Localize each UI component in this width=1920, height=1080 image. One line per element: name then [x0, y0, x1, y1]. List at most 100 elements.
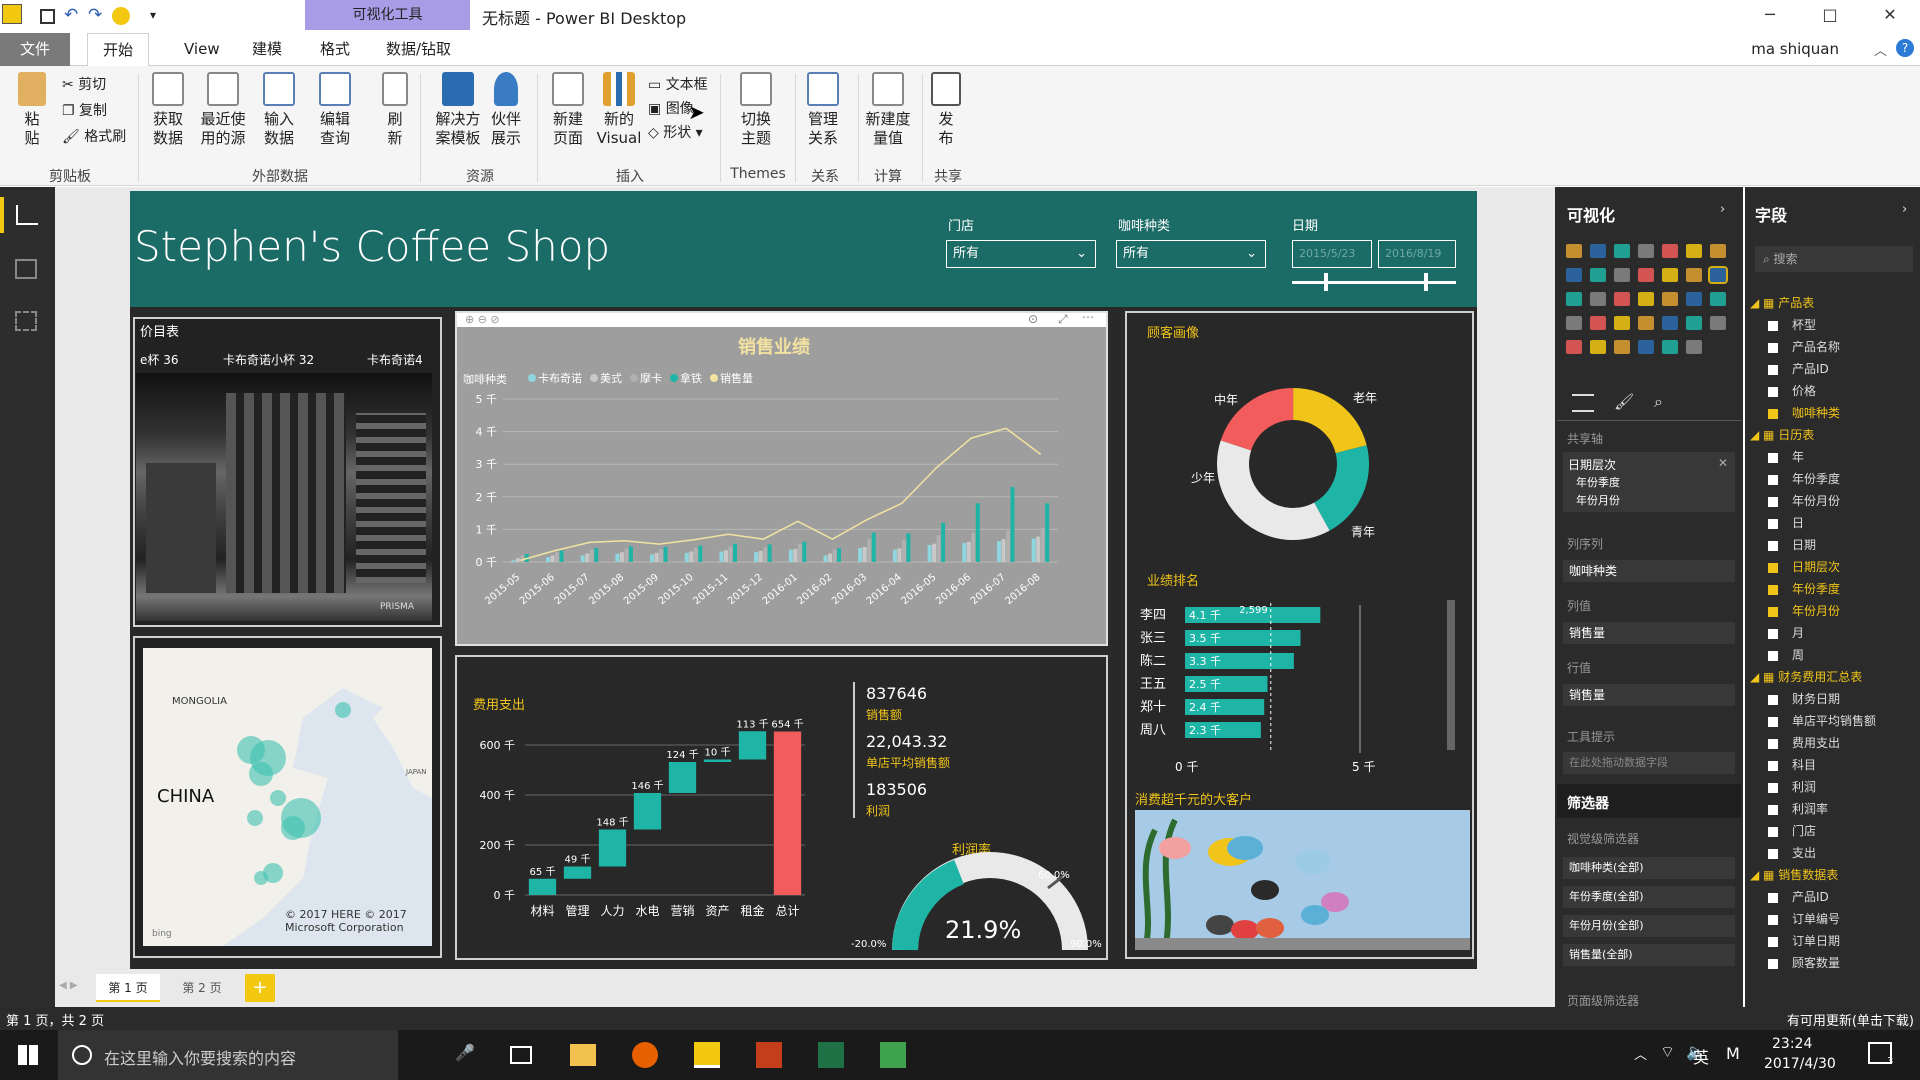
viz-type-icon[interactable] — [1710, 316, 1726, 330]
field-checkbox[interactable] — [1768, 386, 1778, 397]
field-checkbox[interactable] — [1768, 540, 1778, 551]
viz-type-icon[interactable] — [1590, 340, 1606, 354]
axis-field-year-quarter[interactable]: 年份季度 — [1576, 474, 1620, 490]
field-item[interactable]: 杯型 — [1768, 316, 1816, 333]
page-tab-1[interactable]: 第 1 页 — [96, 974, 160, 1002]
field-checkbox[interactable] — [1768, 408, 1778, 419]
viz-type-icon[interactable] — [1566, 292, 1582, 306]
field-item[interactable]: 订单编号 — [1768, 910, 1840, 927]
paste-button[interactable]: 粘 贴 — [14, 72, 50, 148]
field-item[interactable]: 支出 — [1768, 844, 1816, 861]
field-item[interactable]: 单店平均销售额 — [1768, 712, 1876, 729]
field-checkbox[interactable] — [1768, 826, 1778, 837]
field-checkbox[interactable] — [1768, 958, 1778, 969]
collapse-viz-pane-icon[interactable]: › — [1720, 202, 1725, 217]
collapse-ribbon-icon[interactable]: ︿ — [1874, 40, 1887, 59]
tab-data-drill[interactable]: 数据/钻取 — [372, 33, 465, 66]
smiley-icon[interactable] — [112, 7, 130, 25]
viz-type-icon[interactable] — [1638, 316, 1654, 330]
image-button[interactable]: ▣ 图像 — [648, 98, 694, 118]
ime-mode-icon[interactable]: M — [1726, 1044, 1740, 1063]
viz-type-icon[interactable] — [1638, 268, 1654, 282]
viz-type-icon[interactable] — [1614, 340, 1630, 354]
viz-type-icon[interactable] — [1566, 244, 1582, 258]
field-checkbox[interactable] — [1768, 848, 1778, 859]
powerpoint-icon[interactable] — [756, 1042, 782, 1068]
focus-mode-icon[interactable]: ⤢ — [1058, 312, 1068, 327]
map-bubble[interactable] — [281, 816, 305, 840]
viz-type-icon[interactable] — [1614, 316, 1630, 330]
filter-card[interactable]: 年份季度(全部) — [1563, 886, 1735, 908]
tooltips-well[interactable]: 在此处拖动数据字段 — [1563, 752, 1735, 774]
file-explorer-icon[interactable] — [570, 1044, 596, 1066]
tab-modeling[interactable]: 建模 — [238, 33, 296, 66]
viz-type-icon[interactable] — [1662, 268, 1678, 282]
page-tab-2[interactable]: 第 2 页 — [170, 974, 234, 1002]
field-item[interactable]: 订单日期 — [1768, 932, 1840, 949]
close-button[interactable]: ✕ — [1860, 0, 1920, 30]
field-checkbox[interactable] — [1768, 452, 1778, 463]
viz-type-icon[interactable] — [1662, 292, 1678, 306]
viz-type-icon[interactable] — [1590, 244, 1606, 258]
field-item[interactable]: 价格 — [1768, 382, 1816, 399]
viz-type-icon[interactable] — [1710, 244, 1726, 258]
field-table[interactable]: ◢ ▦ 日历表 — [1750, 426, 1814, 443]
field-checkbox[interactable] — [1768, 936, 1778, 947]
viz-type-icon[interactable] — [1614, 268, 1630, 282]
date-from-input[interactable]: 2015/5/23 — [1292, 240, 1372, 268]
help-icon[interactable]: ? — [1896, 39, 1914, 57]
viz-type-icon[interactable] — [1590, 292, 1606, 306]
field-item[interactable]: 月 — [1768, 624, 1804, 641]
field-item[interactable]: 日 — [1768, 514, 1804, 531]
coffee-slicer-dropdown[interactable]: 所有 ⌄ — [1116, 240, 1266, 268]
drill-up-icon[interactable]: ⊕ ⊖ ⊘ — [465, 313, 500, 326]
cortana-icon[interactable] — [72, 1045, 92, 1065]
field-item[interactable]: 门店 — [1768, 822, 1816, 839]
field-checkbox[interactable] — [1768, 738, 1778, 749]
cut-button[interactable]: ✂ 剪切 — [62, 74, 106, 94]
recent-sources-button[interactable]: 最近使 用的源 — [195, 72, 251, 148]
line-values-well[interactable]: 销售量 — [1563, 684, 1735, 706]
filter-card[interactable]: 咖啡种类(全部) — [1563, 857, 1735, 879]
field-checkbox[interactable] — [1768, 694, 1778, 705]
date-range-end-handle[interactable] — [1424, 273, 1428, 291]
excel-icon[interactable] — [818, 1042, 844, 1068]
field-item[interactable]: 利润 — [1768, 778, 1816, 795]
field-item[interactable]: 年 — [1768, 448, 1804, 465]
field-checkbox[interactable] — [1768, 782, 1778, 793]
customer-donut[interactable]: 中年 老年青年 少年 — [1150, 360, 1450, 560]
system-tray-up-icon[interactable]: ︿ — [1634, 1044, 1647, 1063]
undo-icon[interactable]: ↶ — [64, 5, 78, 25]
new-measure-button[interactable]: 新建度 量值 — [862, 72, 914, 148]
viz-type-icon[interactable] — [1614, 292, 1630, 306]
viz-type-icon[interactable] — [1662, 244, 1678, 258]
axis-field-year-month[interactable]: 年份月份 — [1576, 492, 1620, 508]
viz-type-icon[interactable] — [1662, 340, 1678, 354]
task-view-icon[interactable] — [510, 1046, 532, 1064]
ranking-scrollbar[interactable] — [1447, 600, 1455, 750]
publish-button[interactable]: 发 布 — [928, 72, 964, 148]
field-item[interactable]: 日期 — [1768, 536, 1816, 553]
field-item[interactable]: 日期层次 — [1768, 558, 1840, 575]
firefox-icon[interactable] — [632, 1042, 658, 1068]
windows-start-icon[interactable] — [18, 1045, 38, 1065]
update-available-link[interactable]: 有可用更新(单击下载) — [1787, 1010, 1914, 1029]
field-item[interactable]: 财务日期 — [1768, 690, 1840, 707]
field-item[interactable]: 产品ID — [1768, 888, 1829, 905]
map-bubble[interactable] — [249, 762, 273, 786]
tab-home[interactable]: 开始 — [87, 33, 149, 66]
viz-type-icon[interactable] — [1566, 316, 1582, 330]
field-item[interactable]: 费用支出 — [1768, 734, 1840, 751]
enter-data-button[interactable]: 输入 数据 — [258, 72, 300, 148]
format-tab-icon[interactable]: 🖌 — [1614, 392, 1634, 411]
shapes-button[interactable]: ◇ 形状 ▾ — [648, 122, 703, 142]
viz-type-icon[interactable] — [1638, 340, 1654, 354]
page-nav-arrows[interactable]: ◀ ▶ — [59, 980, 78, 991]
viz-type-icon[interactable] — [1566, 340, 1582, 354]
quick-access-dropdown-icon[interactable]: ▾ — [150, 8, 156, 22]
field-item[interactable]: 产品名称 — [1768, 338, 1840, 355]
powerbi-taskbar-icon[interactable] — [694, 1042, 720, 1068]
fields-tab-icon[interactable] — [1572, 394, 1594, 412]
microphone-icon[interactable]: 🎤 — [455, 1043, 475, 1062]
viz-type-icon[interactable] — [1566, 268, 1582, 282]
